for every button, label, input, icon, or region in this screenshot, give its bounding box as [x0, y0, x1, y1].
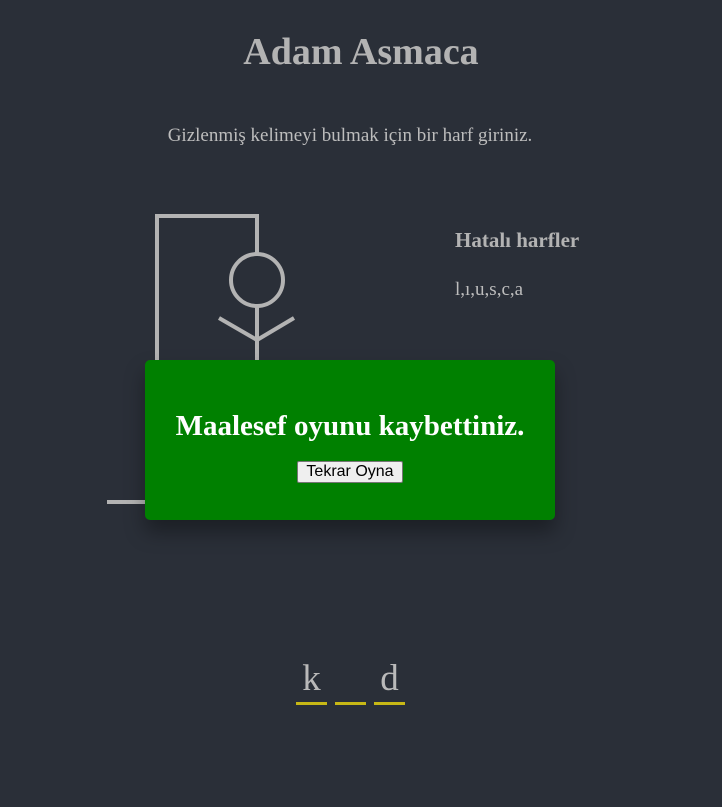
- letter-slot: d: [374, 656, 405, 705]
- hidden-word: k d: [296, 656, 405, 705]
- game-over-message: Maalesef oyunu kaybettiniz.: [175, 410, 525, 442]
- letter-slot: [335, 656, 366, 705]
- hangman-left-arm: [217, 316, 259, 342]
- play-again-button[interactable]: Tekrar Oyna: [297, 461, 403, 483]
- hangman-right-arm: [255, 316, 296, 342]
- hangman-head: [229, 252, 285, 308]
- wrong-letters-panel: Hatalı harfler l,ı,u,s,c,a: [455, 228, 579, 301]
- game-over-popup: Maalesef oyunu kaybettiniz. Tekrar Oyna: [145, 360, 555, 520]
- letter-slot: k: [296, 656, 327, 705]
- wrong-letters-title: Hatalı harfler: [455, 228, 580, 252]
- wrong-letters-list: l,ı,u,s,c,a: [455, 279, 524, 300]
